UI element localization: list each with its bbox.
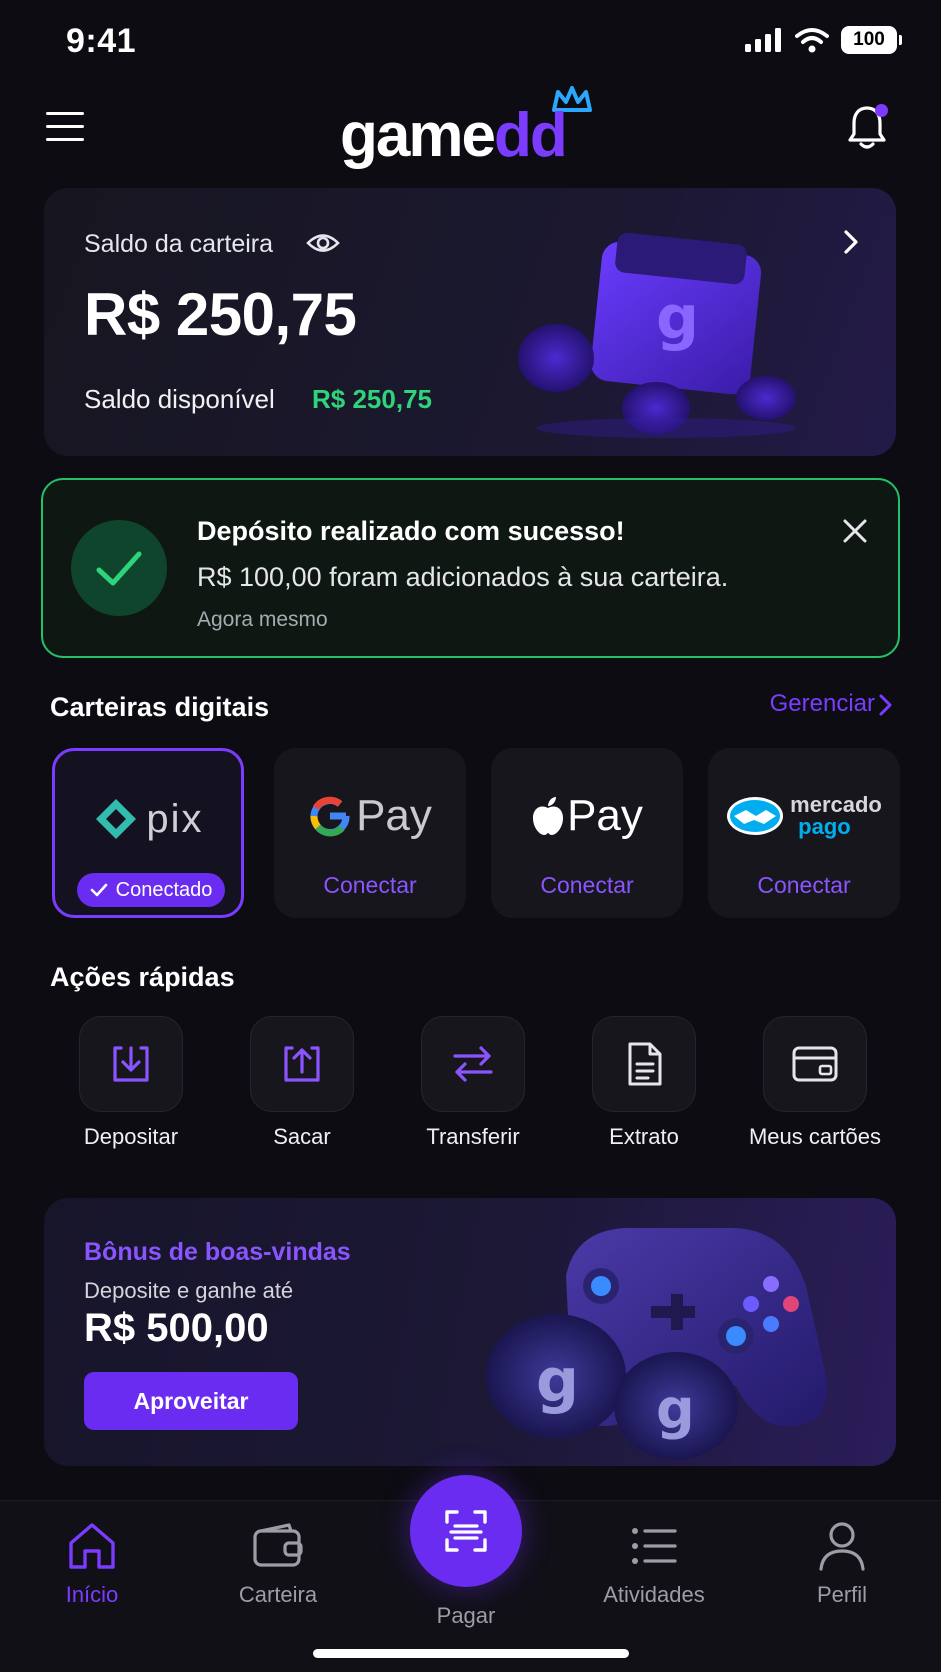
nav-label: Carteira bbox=[238, 1582, 318, 1607]
battery-level: 100 bbox=[853, 29, 885, 50]
google-g-icon bbox=[310, 796, 350, 837]
wallet-applepay-card[interactable]: Pay Conectar bbox=[491, 748, 683, 918]
status-time: 9:41 bbox=[66, 22, 137, 60]
logo-main: game bbox=[340, 101, 496, 170]
promo-amount: R$ 500,00 bbox=[84, 1306, 269, 1350]
app-logo: gamedd bbox=[340, 86, 600, 170]
status-icons: 100 bbox=[745, 26, 902, 54]
nav-profile[interactable]: Perfil bbox=[762, 1521, 922, 1608]
available-balance-value: R$ 250,75 bbox=[312, 384, 432, 414]
connect-label[interactable]: Conectar bbox=[491, 872, 683, 899]
transfer-icon bbox=[453, 1046, 493, 1082]
close-icon[interactable] bbox=[840, 516, 870, 546]
wallet-illustration: g bbox=[518, 232, 796, 438]
pay-scan-button[interactable] bbox=[410, 1475, 522, 1587]
notification-dot bbox=[875, 104, 888, 117]
deposit-icon bbox=[113, 1046, 149, 1082]
promo-title: Bônus de boas-vindas bbox=[84, 1238, 351, 1266]
quick-action-cards[interactable]: Meus cartões bbox=[745, 1016, 885, 1150]
signal-icon bbox=[745, 28, 781, 52]
withdraw-icon bbox=[284, 1046, 320, 1082]
gpay-logo-text: Pay bbox=[356, 791, 432, 840]
mercadopago-logo-text-1: mercado bbox=[790, 792, 882, 817]
quick-action-statement[interactable]: Extrato bbox=[574, 1016, 714, 1150]
scan-icon bbox=[445, 1510, 487, 1552]
notification-bell-icon[interactable] bbox=[846, 104, 888, 152]
svg-text:g: g bbox=[656, 283, 699, 353]
gamepad-coins-illustration: g g bbox=[486, 1227, 828, 1460]
connected-badge: Conectado bbox=[77, 873, 225, 907]
bottom-navigation: Início Carteira Pagar Atividades Perfil bbox=[0, 1475, 941, 1672]
toast-time: Agora mesmo bbox=[197, 608, 328, 631]
pix-logo-text: pix bbox=[146, 796, 204, 841]
deposit-success-toast: Depósito realizado com sucesso! R$ 100,0… bbox=[41, 478, 900, 658]
digital-wallets-title: Carteiras digitais bbox=[50, 692, 270, 722]
quick-action-deposit[interactable]: Depositar bbox=[61, 1016, 201, 1150]
connect-label[interactable]: Conectar bbox=[274, 872, 466, 899]
available-balance-label: Saldo disponível bbox=[84, 384, 275, 414]
home-icon bbox=[69, 1523, 115, 1569]
svg-text:g: g bbox=[656, 1378, 695, 1441]
quick-actions-title: Ações rápidas bbox=[50, 962, 235, 992]
quick-action-transfer[interactable]: Transferir bbox=[403, 1016, 543, 1150]
wallet-icon bbox=[253, 1523, 303, 1567]
user-icon bbox=[819, 1522, 865, 1571]
nav-wallet[interactable]: Carteira bbox=[198, 1521, 358, 1608]
welcome-bonus-banner: Bônus de boas-vindas Deposite e ganhe at… bbox=[44, 1198, 896, 1466]
wallet-balance-card[interactable]: Saldo da carteira R$ 250,75 Saldo dispon… bbox=[44, 188, 896, 456]
success-check-icon bbox=[71, 520, 167, 616]
manage-wallets-link[interactable]: Gerenciar bbox=[770, 690, 875, 718]
wifi-icon bbox=[795, 28, 829, 53]
eye-icon[interactable] bbox=[306, 228, 340, 258]
quick-action-label: Meus cartões bbox=[748, 1124, 882, 1149]
chevron-right-icon[interactable] bbox=[877, 692, 895, 718]
toast-message: R$ 100,00 foram adicionados à sua cartei… bbox=[197, 562, 729, 592]
logo-accent: dd bbox=[493, 101, 568, 170]
mercadopago-logo: mercado pago bbox=[708, 786, 900, 846]
wallet-gpay-card[interactable]: Pay Conectar bbox=[274, 748, 466, 918]
card-icon bbox=[792, 1046, 838, 1082]
toast-title: Depósito realizado com sucesso! bbox=[197, 516, 625, 546]
promo-subtitle: Deposite e ganhe até bbox=[84, 1278, 294, 1303]
menu-icon[interactable] bbox=[46, 112, 84, 142]
wallet-pix-card[interactable]: pix Conectado bbox=[52, 748, 244, 918]
handshake-icon bbox=[727, 797, 784, 835]
check-icon bbox=[90, 883, 107, 897]
apple-icon bbox=[533, 797, 564, 835]
statement-icon bbox=[628, 1042, 662, 1086]
home-indicator[interactable] bbox=[313, 1649, 629, 1658]
nav-home[interactable]: Início bbox=[12, 1521, 172, 1608]
claim-bonus-button[interactable]: Aproveitar bbox=[84, 1372, 298, 1430]
connected-label: Conectado bbox=[115, 878, 213, 901]
quick-action-label: Depositar bbox=[83, 1124, 179, 1149]
svg-text:g: g bbox=[536, 1346, 579, 1416]
nav-label-pay[interactable]: Pagar bbox=[410, 1603, 522, 1629]
nav-label: Atividades bbox=[603, 1582, 705, 1607]
gpay-logo: Pay bbox=[274, 786, 466, 846]
quick-action-label: Transferir bbox=[426, 1124, 520, 1149]
wallet-amount: R$ 250,75 bbox=[84, 281, 357, 348]
wallet-label: Saldo da carteira bbox=[84, 230, 274, 258]
battery-indicator: 100 bbox=[841, 26, 902, 54]
nav-label: Início bbox=[65, 1582, 119, 1607]
applepay-logo: Pay bbox=[491, 786, 683, 846]
quick-action-label: Extrato bbox=[609, 1124, 679, 1149]
wallet-mercadopago-card[interactable]: mercado pago Conectar bbox=[708, 748, 900, 918]
quick-action-label: Sacar bbox=[273, 1124, 331, 1149]
quick-action-withdraw[interactable]: Sacar bbox=[232, 1016, 372, 1150]
nav-label: Perfil bbox=[816, 1582, 868, 1607]
pix-logo: pix bbox=[55, 789, 241, 849]
chevron-right-icon[interactable] bbox=[838, 224, 864, 260]
applepay-logo-text: Pay bbox=[567, 791, 643, 840]
connect-label[interactable]: Conectar bbox=[708, 872, 900, 899]
nav-activities[interactable]: Atividades bbox=[574, 1521, 734, 1608]
mercadopago-logo-text-2: pago bbox=[798, 814, 851, 839]
list-icon bbox=[632, 1528, 677, 1564]
pix-icon bbox=[96, 799, 137, 839]
